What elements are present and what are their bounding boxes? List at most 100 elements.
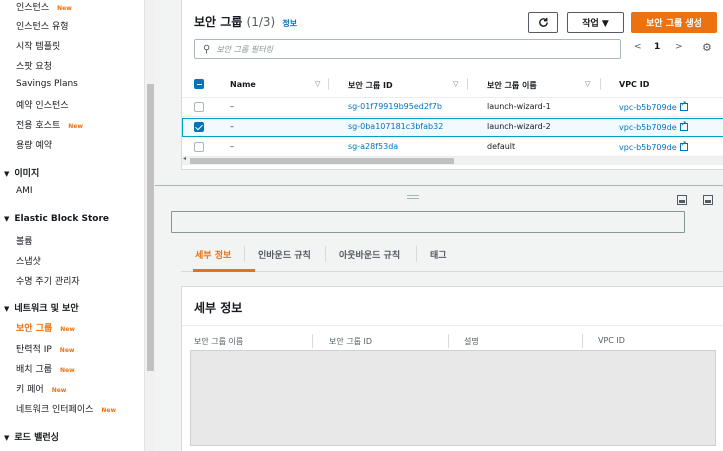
sidebar-item-ami[interactable]: AMI bbox=[16, 186, 33, 196]
info-link[interactable]: 정보 bbox=[282, 19, 297, 28]
external-link-icon bbox=[679, 100, 688, 111]
selected-item-header bbox=[171, 211, 685, 233]
sidebar-item-snapshots[interactable]: 스냅샷 bbox=[16, 254, 41, 267]
tab-divider bbox=[416, 246, 417, 262]
column-header-vpc-id[interactable]: VPC ID bbox=[619, 80, 649, 89]
split-side-icon[interactable] bbox=[703, 195, 713, 205]
sidebar-item-spot-requests[interactable]: 스팟 요청 bbox=[16, 59, 52, 72]
column-header-name[interactable]: Name bbox=[230, 80, 256, 89]
sg-id-link[interactable]: sg-0ba107181c3bfab32 bbox=[348, 122, 443, 131]
sidebar-item-lifecycle-manager[interactable]: 수명 주기 관리자 bbox=[16, 274, 80, 287]
create-security-group-button[interactable]: 보안 그룹 생성 bbox=[631, 12, 717, 33]
new-badge: New bbox=[59, 367, 75, 374]
sidebar-item-dedicated-hosts[interactable]: 전용 호스트 New bbox=[16, 118, 83, 131]
scrollbar-thumb[interactable] bbox=[147, 84, 154, 371]
sg-id-link[interactable]: sg-a28f53da bbox=[348, 142, 398, 151]
column-divider bbox=[448, 334, 449, 348]
column-divider bbox=[312, 334, 313, 348]
sg-id-link[interactable]: sg-01f79919b95ed2f7b bbox=[348, 102, 442, 111]
new-badge: New bbox=[101, 407, 117, 414]
new-badge: New bbox=[51, 387, 67, 394]
caret-down-icon: ▼ bbox=[4, 215, 10, 223]
label-sg-name: 보안 그룹 이름 bbox=[194, 337, 244, 346]
row-checkbox[interactable] bbox=[194, 142, 204, 152]
caret-down-icon: ▼ bbox=[4, 305, 10, 313]
details-title: 세부 정보 bbox=[194, 301, 243, 315]
active-tab-indicator bbox=[193, 269, 255, 272]
new-badge: New bbox=[59, 347, 75, 354]
row-checkbox[interactable] bbox=[194, 122, 204, 132]
search-icon: ⚲ bbox=[203, 43, 211, 55]
sidebar-item-reserved-instances[interactable]: 예약 인스턴스 bbox=[16, 98, 69, 111]
detail-tabs: 세부 정보 인바운드 규칙 아웃바운드 규칙 태그 bbox=[181, 238, 723, 272]
new-badge: New bbox=[60, 326, 75, 333]
external-link-icon bbox=[679, 120, 688, 131]
split-panel-divider[interactable] bbox=[155, 185, 723, 186]
next-page-button[interactable]: > bbox=[675, 42, 683, 52]
column-divider[interactable] bbox=[328, 78, 329, 90]
column-divider bbox=[582, 334, 583, 348]
sidebar-item-key-pairs[interactable]: 키 페어 New bbox=[16, 382, 66, 395]
page-number[interactable]: 1 bbox=[654, 42, 660, 52]
sidebar-item-volumes[interactable]: 볼륨 bbox=[16, 234, 33, 247]
scroll-left-icon[interactable]: ◂ bbox=[183, 155, 186, 162]
table-row[interactable]: – sg-0ba107181c3bfab32 launch-wizard-2 v… bbox=[182, 118, 723, 137]
sort-caret-icon[interactable]: ▽ bbox=[315, 80, 320, 88]
resize-handle-icon[interactable] bbox=[407, 195, 419, 199]
main-content: 보안 그룹 (1/3) 정보 작업 ▼ 보안 그룹 생성 ⚲ 보안 그룹 필터링 … bbox=[155, 0, 723, 451]
sidebar-item-elastic-ips[interactable]: 탄력적 IP New bbox=[16, 342, 74, 355]
horizontal-scrollbar[interactable]: ◂ bbox=[182, 155, 723, 165]
label-vpc-id: VPC ID bbox=[598, 336, 625, 345]
refresh-icon bbox=[538, 17, 548, 27]
sidebar-item-savings-plans[interactable]: Savings Plans bbox=[16, 79, 78, 89]
tab-details[interactable]: 세부 정보 bbox=[195, 248, 231, 261]
sidebar-item-network-interfaces[interactable]: 네트워크 인터페이스 New bbox=[16, 402, 116, 415]
vpc-id-link[interactable]: vpc-b5b709de bbox=[619, 100, 688, 112]
actions-button[interactable]: 작업 ▼ bbox=[567, 12, 624, 33]
sort-caret-icon[interactable]: ▽ bbox=[453, 80, 458, 88]
column-divider[interactable] bbox=[467, 78, 468, 90]
sidebar-section-images[interactable]: ▼ 이미지 bbox=[4, 166, 39, 179]
sidebar-section-load-balancing[interactable]: ▼ 로드 밸런싱 bbox=[4, 430, 59, 443]
sidebar-section-ebs[interactable]: ▼ Elastic Block Store bbox=[4, 214, 109, 224]
tab-outbound-rules[interactable]: 아웃바운드 규칙 bbox=[339, 248, 400, 261]
table-row[interactable]: – sg-01f79919b95ed2f7b launch-wizard-1 v… bbox=[182, 98, 723, 117]
external-link-icon bbox=[679, 140, 688, 151]
column-divider[interactable] bbox=[600, 78, 601, 90]
select-all-checkbox[interactable] bbox=[194, 79, 204, 89]
prev-page-button[interactable]: < bbox=[634, 42, 642, 52]
vpc-id-link[interactable]: vpc-b5b709de bbox=[619, 140, 688, 152]
tab-inbound-rules[interactable]: 인바운드 규칙 bbox=[258, 248, 311, 261]
settings-gear-icon[interactable]: ⚙ bbox=[702, 41, 712, 54]
column-header-sg-id[interactable]: 보안 그룹 ID bbox=[348, 80, 393, 91]
column-header-sg-name[interactable]: 보안 그룹 이름 bbox=[487, 80, 537, 91]
tab-divider bbox=[244, 246, 245, 262]
sidebar-item-instances[interactable]: 인스턴스 New bbox=[16, 0, 72, 13]
search-input[interactable]: ⚲ 보안 그룹 필터링 bbox=[194, 39, 621, 59]
refresh-button[interactable] bbox=[528, 12, 558, 33]
sidebar-item-instance-types[interactable]: 인스턴스 유형 bbox=[16, 19, 69, 32]
sidebar-nav: 인스턴스 New 인스턴스 유형 시작 템플릿 스팟 요청 Savings Pla… bbox=[0, 0, 144, 451]
tab-tags[interactable]: 태그 bbox=[430, 248, 447, 261]
sidebar-item-launch-templates[interactable]: 시작 템플릿 bbox=[16, 39, 60, 52]
row-checkbox[interactable] bbox=[194, 102, 204, 112]
split-bottom-icon[interactable] bbox=[677, 195, 687, 205]
sidebar-item-placement-groups[interactable]: 배치 그룹 New bbox=[16, 362, 75, 375]
caret-down-icon: ▼ bbox=[4, 170, 10, 178]
selection-count: (1/3) bbox=[246, 15, 276, 29]
label-sg-id: 보안 그룹 ID bbox=[329, 337, 373, 346]
sidebar-scrollbar[interactable] bbox=[144, 0, 155, 451]
scrollbar-thumb[interactable] bbox=[190, 158, 454, 164]
page-title: 보안 그룹 (1/3) 정보 bbox=[194, 15, 298, 29]
sidebar-item-capacity-reservations[interactable]: 용량 예약 bbox=[16, 138, 52, 151]
table-row[interactable]: – sg-a28f53da default vpc-b5b709de bbox=[182, 138, 723, 157]
sidebar-item-security-groups[interactable]: 보안 그룹 New bbox=[16, 321, 75, 334]
label-description: 설명 bbox=[464, 337, 479, 346]
details-panel: 세부 정보 보안 그룹 이름 보안 그룹 ID 설명 VPC ID bbox=[181, 286, 723, 451]
sidebar-section-network-security[interactable]: ▼ 네트워크 및 보안 bbox=[4, 301, 79, 314]
new-badge: New bbox=[68, 123, 83, 130]
tab-divider bbox=[325, 246, 326, 262]
vpc-id-link[interactable]: vpc-b5b709de bbox=[619, 120, 688, 132]
new-badge: New bbox=[57, 5, 72, 12]
sort-caret-icon[interactable]: ▽ bbox=[585, 80, 590, 88]
